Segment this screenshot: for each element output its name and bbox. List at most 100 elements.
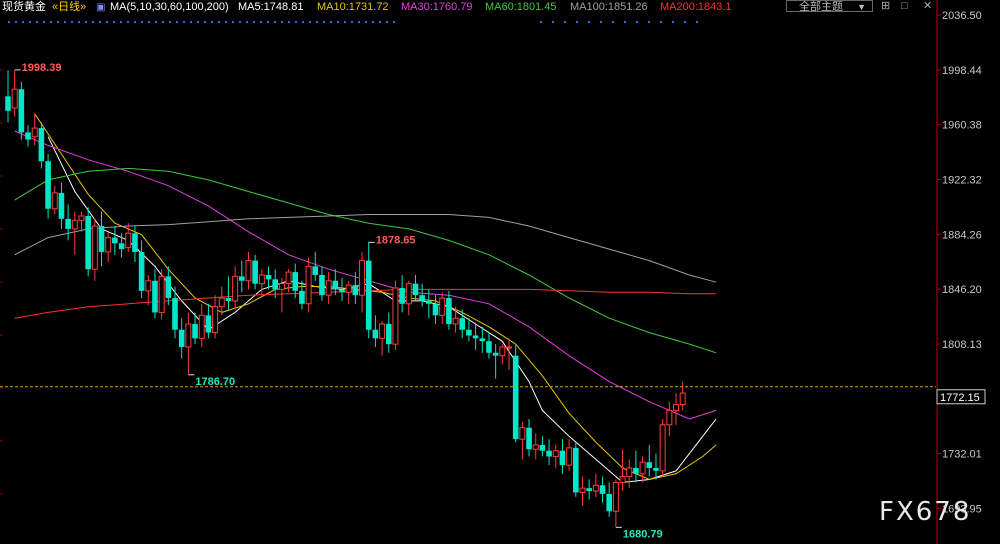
header-dot — [190, 21, 192, 23]
candle-body — [152, 280, 158, 313]
candle-body — [332, 280, 339, 290]
candle-body — [292, 272, 299, 291]
candle-body — [212, 306, 219, 334]
candle-body — [432, 303, 439, 316]
candle-body — [185, 323, 192, 348]
ma-line-ma200 — [14, 288, 717, 319]
candle-body — [439, 297, 446, 316]
candle-body — [319, 275, 325, 296]
header-dot — [246, 21, 248, 23]
candle-body — [272, 279, 278, 290]
candle-body — [472, 335, 479, 339]
header-dot — [71, 21, 73, 23]
candle-body — [666, 409, 673, 426]
candle-body — [399, 287, 405, 304]
header-dot — [64, 21, 66, 23]
header-dot — [337, 21, 339, 23]
current-price-label: 1772.15 — [940, 392, 980, 404]
candle-body — [58, 192, 65, 219]
header-dot — [540, 21, 542, 23]
candle-body — [339, 289, 345, 293]
y-tick-label: 1922.32 — [942, 174, 982, 186]
candle-body — [633, 467, 639, 474]
candle-body — [78, 215, 85, 221]
candle-body — [426, 300, 432, 304]
candle-body — [85, 215, 91, 270]
candle-body — [138, 251, 145, 291]
header-dot — [36, 21, 38, 23]
candle-body — [566, 447, 573, 466]
candle-body — [192, 323, 198, 339]
candle-body — [419, 295, 425, 301]
candle-body — [412, 283, 419, 296]
candle-body — [305, 265, 312, 305]
candle-body — [559, 450, 566, 466]
candle-body — [479, 338, 486, 342]
annotation-label: 1786.70 — [195, 376, 235, 388]
header-dot — [225, 21, 227, 23]
candlestick-chart[interactable]: 2036.50 1998.44 1960.38 1922.32 1884.26 1846.… — [0, 0, 1000, 544]
header-dot — [113, 21, 115, 23]
candle-body — [132, 233, 138, 252]
header-dot — [274, 21, 276, 23]
y-tick-label: 1846.20 — [942, 284, 982, 296]
header-dot — [323, 21, 325, 23]
header-dot — [176, 21, 178, 23]
header-dot — [351, 21, 353, 23]
header-dot — [309, 21, 311, 23]
header-dot — [612, 21, 614, 23]
candle-body — [125, 232, 132, 249]
header-dot — [134, 21, 136, 23]
candle-body — [486, 341, 492, 353]
candle-body — [653, 467, 659, 471]
candle-body — [492, 352, 499, 356]
candle-body — [612, 481, 619, 512]
candle-body — [626, 467, 633, 478]
candle-body — [392, 287, 399, 345]
header-dot — [197, 21, 199, 23]
candle-body — [25, 132, 31, 140]
header-dot — [99, 21, 101, 23]
header-dot — [78, 21, 80, 23]
candle-body — [45, 161, 51, 209]
header-dot — [302, 21, 304, 23]
candle-body — [178, 329, 185, 348]
y-tick-label: 1960.38 — [942, 120, 982, 132]
header-dot — [155, 21, 157, 23]
candle-body — [639, 461, 646, 475]
header-dot — [211, 21, 213, 23]
header-dot — [316, 21, 318, 23]
candle-body — [586, 488, 592, 492]
candle-body — [352, 285, 359, 296]
header-dot — [552, 21, 554, 23]
candle-body — [11, 88, 18, 109]
y-tick-label: 1884.26 — [942, 229, 982, 241]
header-dot — [232, 21, 234, 23]
candle-body — [446, 298, 452, 324]
candle-body — [512, 355, 519, 440]
ma-line-ma30 — [14, 130, 717, 420]
candle-body — [245, 260, 252, 282]
candle-body — [31, 127, 38, 138]
candle-body — [98, 226, 105, 252]
header-dot — [15, 21, 17, 23]
candle-body — [278, 283, 285, 290]
y-tick-label: 1732.01 — [942, 449, 982, 461]
ma-line-ma5 — [47, 136, 717, 483]
header-dot — [600, 21, 602, 23]
candle-body — [532, 444, 539, 450]
candle-body — [225, 298, 232, 301]
header-dot — [295, 21, 297, 23]
header-dot — [162, 21, 164, 23]
header-dot — [636, 21, 638, 23]
candle-body — [51, 192, 58, 210]
candle-body — [18, 89, 25, 133]
header-dot — [672, 21, 674, 23]
header-dot — [281, 21, 283, 23]
candle-body — [385, 323, 392, 345]
candle-body — [165, 276, 172, 299]
header-dot — [344, 21, 346, 23]
header-dot — [696, 21, 698, 23]
candle-body — [599, 485, 606, 494]
candle-body — [91, 225, 98, 270]
